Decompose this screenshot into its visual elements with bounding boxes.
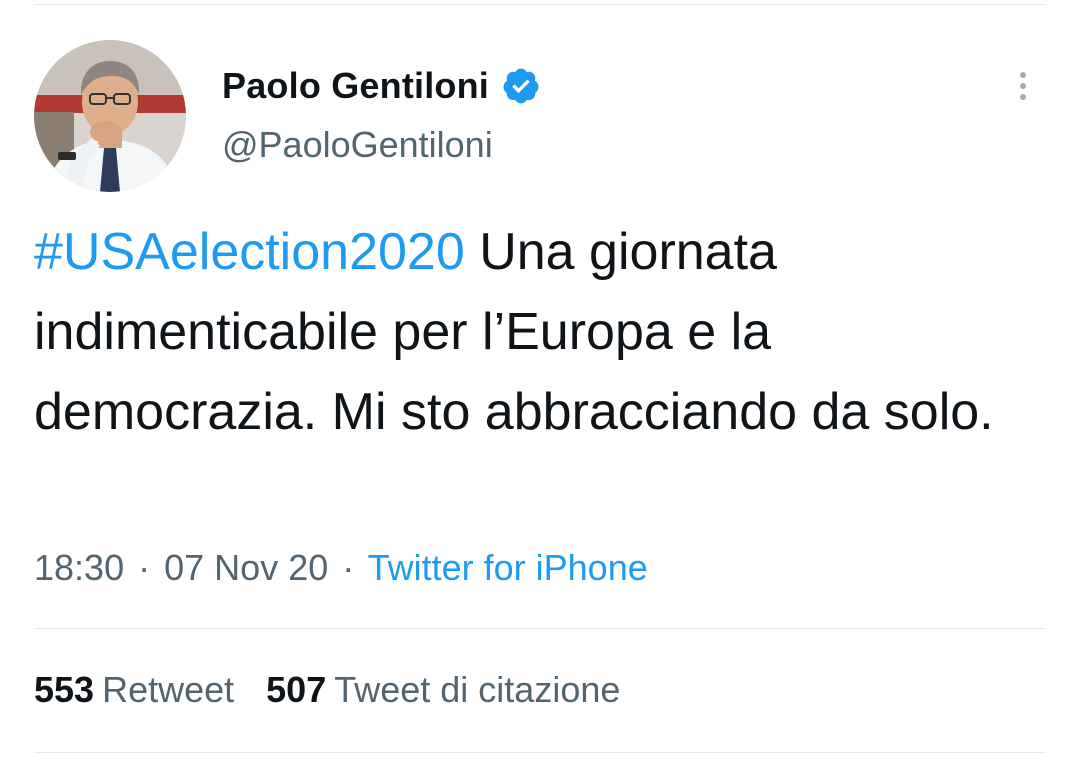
tweet-time[interactable]: 18:30 <box>34 547 124 588</box>
verified-badge-icon <box>501 66 541 106</box>
more-dot <box>1020 83 1026 89</box>
author-display-name[interactable]: Paolo Gentiloni <box>222 65 489 107</box>
meta-separator: · <box>138 547 151 588</box>
avatar-photo <box>34 40 186 192</box>
author-handle[interactable]: @PaoloGentiloni <box>222 124 493 166</box>
more-dot <box>1020 94 1026 100</box>
tweet-text: #USAelection2020 Una giornata indimentic… <box>34 212 1044 452</box>
quote-count: 507 <box>266 669 327 710</box>
top-divider <box>34 4 1046 5</box>
more-dot <box>1020 72 1026 78</box>
retweet-label: Retweet <box>102 669 235 710</box>
tweet-meta: 18:30 · 07 Nov 20 · Twitter for iPhone <box>34 544 648 592</box>
tweet-detail: Paolo Gentiloni @PaoloGentiloni #USAelec… <box>0 0 1080 763</box>
tweet-date[interactable]: 07 Nov 20 <box>164 547 328 588</box>
stats-top-divider <box>34 628 1046 629</box>
retweet-stat[interactable]: 553 Retweet <box>34 666 234 714</box>
author-avatar[interactable] <box>34 40 186 192</box>
meta-separator: · <box>342 547 355 588</box>
tweet-stats: 553 Retweet 507 Tweet di citazione <box>34 666 620 714</box>
author-name-row[interactable]: Paolo Gentiloni <box>222 62 541 110</box>
quote-tweet-stat[interactable]: 507 Tweet di citazione <box>266 666 620 714</box>
hashtag-link[interactable]: #USAelection2020 <box>34 223 465 281</box>
retweet-count: 553 <box>34 669 95 710</box>
more-options-icon[interactable] <box>1008 66 1038 106</box>
stats-bottom-divider <box>34 752 1046 753</box>
quote-label: Tweet di citazione <box>334 669 621 710</box>
tweet-source-link[interactable]: Twitter for iPhone <box>368 547 648 588</box>
